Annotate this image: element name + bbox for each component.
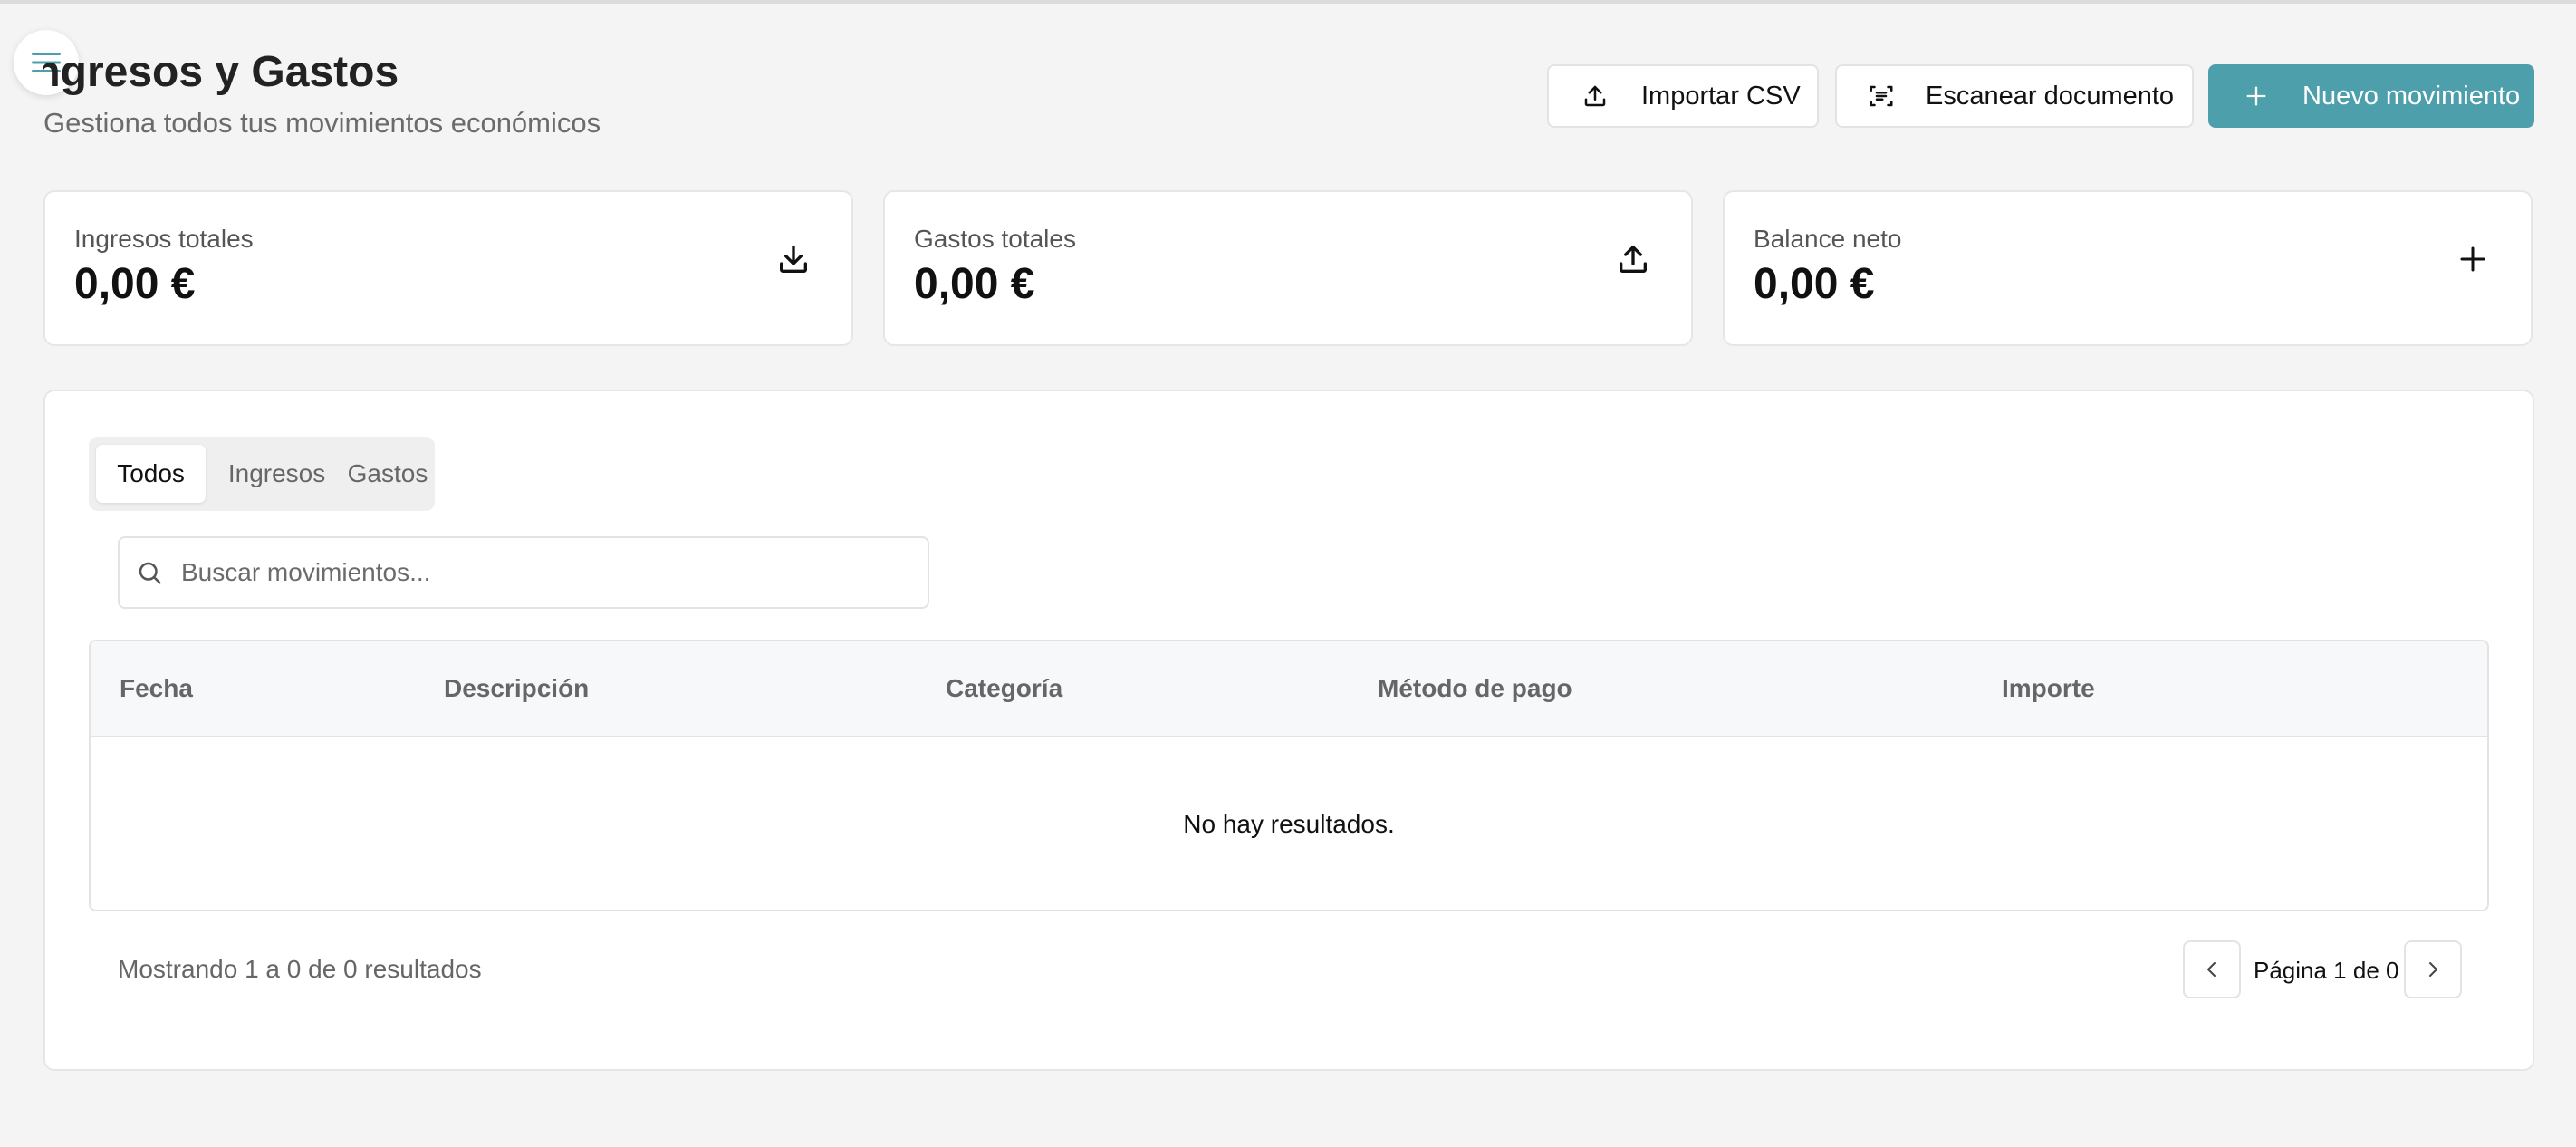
expenses-total-card: Gastos totales 0,00 € bbox=[883, 190, 1693, 346]
tab-gastos[interactable]: Gastos bbox=[348, 445, 428, 503]
tab-todos[interactable]: Todos bbox=[96, 445, 207, 503]
chevron-right-icon bbox=[2429, 962, 2437, 977]
page-title: Ingresos y Gastos bbox=[43, 48, 399, 96]
income-total-label: Ingresos totales bbox=[74, 225, 254, 253]
upload-icon bbox=[1580, 81, 1610, 111]
top-border bbox=[0, 0, 2576, 4]
search-input[interactable] bbox=[181, 558, 924, 587]
column-header-metodo-pago[interactable]: Método de pago bbox=[1378, 674, 1572, 703]
column-header-descripcion[interactable]: Descripción bbox=[444, 674, 589, 703]
page-subtitle: Gestiona todos tus movimientos económico… bbox=[43, 107, 601, 139]
net-balance-card: Balance neto 0,00 € bbox=[1723, 190, 2533, 346]
scan-document-button[interactable]: Escanear documento bbox=[1835, 64, 2194, 128]
next-page-button[interactable] bbox=[2404, 940, 2462, 998]
plus-icon bbox=[2453, 239, 2493, 279]
chevron-left-icon bbox=[2207, 962, 2216, 977]
expenses-total-label: Gastos totales bbox=[914, 225, 1076, 253]
search-box bbox=[118, 536, 929, 609]
movements-panel: Todos Ingresos Gastos Fecha Descripción … bbox=[43, 390, 2534, 1071]
filter-tabs: Todos Ingresos Gastos bbox=[89, 437, 435, 511]
net-balance-label: Balance neto bbox=[1754, 225, 1902, 253]
search-icon bbox=[134, 557, 165, 588]
income-total-value: 0,00 € bbox=[74, 260, 196, 308]
page-indicator: Página 1 de 0 bbox=[2254, 957, 2399, 984]
upload-icon bbox=[1613, 239, 1653, 279]
expenses-total-value: 0,00 € bbox=[914, 260, 1035, 308]
import-csv-button[interactable]: Importar CSV bbox=[1547, 64, 1819, 128]
scan-document-label: Escanear documento bbox=[1926, 81, 2175, 111]
column-header-fecha[interactable]: Fecha bbox=[120, 674, 193, 703]
results-summary: Mostrando 1 a 0 de 0 resultados bbox=[118, 955, 482, 983]
previous-page-button[interactable] bbox=[2183, 940, 2241, 998]
net-balance-value: 0,00 € bbox=[1754, 260, 1875, 308]
download-icon bbox=[774, 239, 813, 279]
plus-icon bbox=[2241, 81, 2272, 111]
movements-table: Fecha Descripción Categoría Método de pa… bbox=[89, 640, 2489, 911]
column-header-categoria[interactable]: Categoría bbox=[946, 674, 1062, 703]
empty-message: No hay resultados. bbox=[1183, 810, 1395, 838]
new-movement-label: Nuevo movimiento bbox=[2302, 81, 2521, 111]
income-total-card: Ingresos totales 0,00 € bbox=[43, 190, 853, 346]
scan-icon bbox=[1866, 81, 1897, 111]
table-header: Fecha Descripción Categoría Método de pa… bbox=[91, 641, 2487, 737]
tab-ingresos[interactable]: Ingresos bbox=[206, 445, 348, 503]
column-header-importe[interactable]: Importe bbox=[2002, 674, 2095, 703]
import-csv-label: Importar CSV bbox=[1641, 81, 1801, 111]
new-movement-button[interactable]: Nuevo movimiento bbox=[2208, 64, 2534, 128]
